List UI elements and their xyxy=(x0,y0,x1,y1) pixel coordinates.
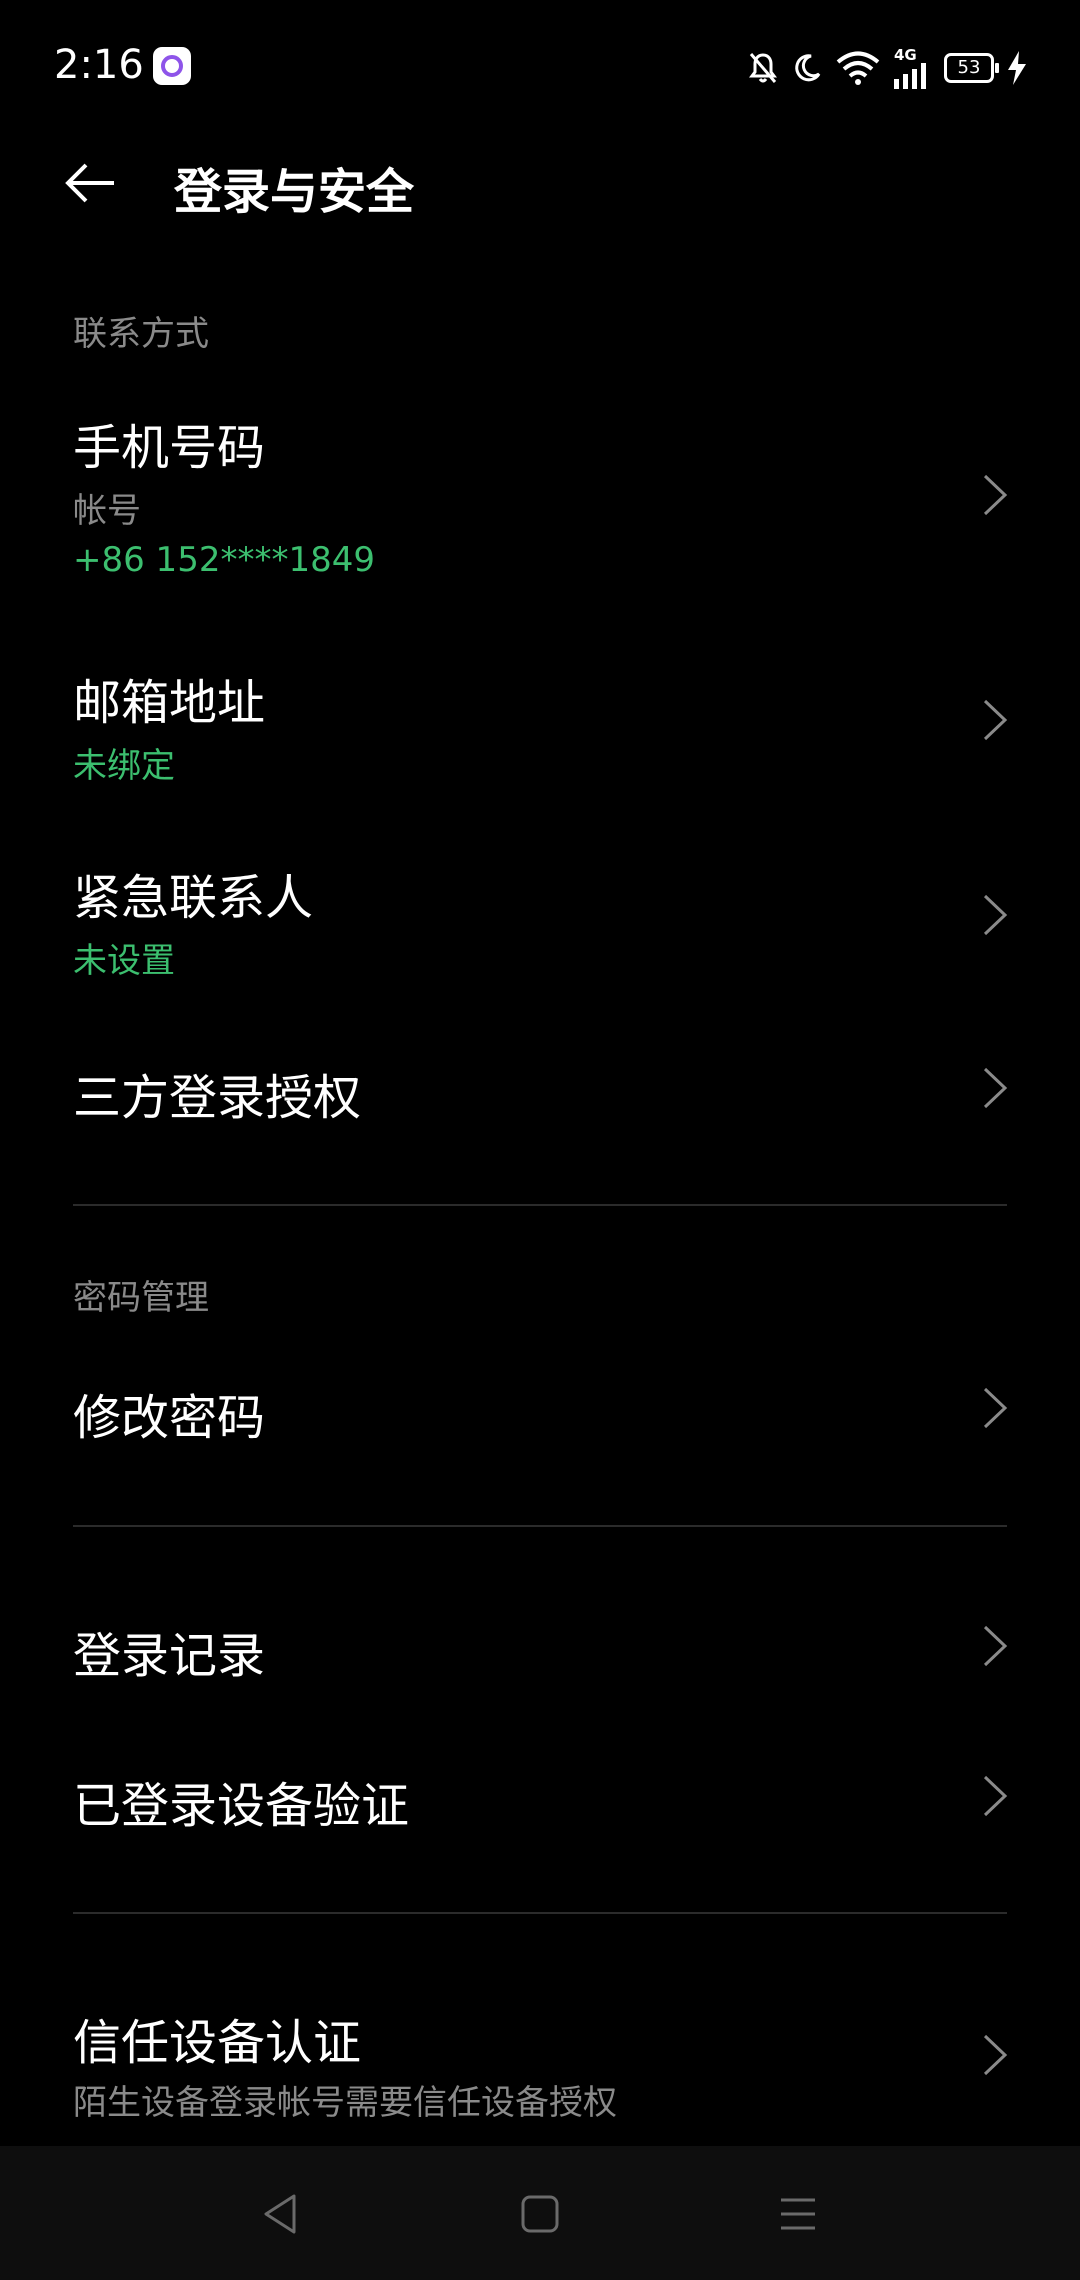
status-bar: 2:16 4G 53 xyxy=(0,0,1080,130)
nav-back-icon xyxy=(264,2194,296,2234)
page-title: 登录与安全 xyxy=(174,164,415,220)
status-time: 2:16 xyxy=(54,42,144,88)
chevron-right-icon xyxy=(983,1387,1008,1429)
battery-icon: 53 xyxy=(944,53,999,83)
chevron-right-icon xyxy=(983,1775,1008,1817)
chevron-right-icon xyxy=(983,2034,1008,2076)
moon-icon xyxy=(795,54,821,82)
divider xyxy=(73,1525,1007,1527)
emergency-contact-label: 紧急联系人 xyxy=(73,870,314,926)
email-label: 邮箱地址 xyxy=(73,675,266,731)
nav-menu-button[interactable] xyxy=(768,2186,828,2242)
section-label-password: 密码管理 xyxy=(73,1278,209,1318)
phone-label: 手机号码 xyxy=(73,420,266,476)
list-item-device-verification[interactable]: 已登录设备验证 xyxy=(0,1748,1080,1848)
nav-home-button[interactable] xyxy=(510,2186,570,2242)
third-party-login-label: 三方登录授权 xyxy=(73,1070,362,1126)
back-button[interactable] xyxy=(64,156,118,210)
emergency-contact-status: 未设置 xyxy=(73,941,175,981)
list-item-trusted-device[interactable]: 信任设备认证 陌生设备登录帐号需要信任设备授权 xyxy=(0,1985,1080,2135)
list-item-change-password[interactable]: 修改密码 xyxy=(0,1360,1080,1460)
chevron-right-icon xyxy=(983,1067,1008,1109)
section-label-contact: 联系方式 xyxy=(73,314,209,354)
battery-level: 53 xyxy=(957,57,981,78)
phone-number: +86 152****1849 xyxy=(73,540,375,580)
chevron-right-icon xyxy=(983,474,1008,516)
phone-account-label: 帐号 xyxy=(73,491,141,531)
battery-group: 53 xyxy=(944,51,1028,85)
list-item-email[interactable]: 邮箱地址 未绑定 xyxy=(0,645,1080,795)
nav-menu-icon xyxy=(781,2198,815,2230)
status-icons: 4G 53 xyxy=(748,45,1028,89)
list-item-third-party-login[interactable]: 三方登录授权 xyxy=(0,1040,1080,1140)
signal-group: 4G xyxy=(894,45,930,89)
chevron-right-icon xyxy=(983,699,1008,741)
email-status: 未绑定 xyxy=(73,746,175,786)
chevron-right-icon xyxy=(983,894,1008,936)
chevron-right-icon xyxy=(983,1625,1008,1667)
mute-bell-icon xyxy=(749,53,777,83)
login-records-label: 登录记录 xyxy=(73,1628,266,1684)
navigation-bar xyxy=(0,2146,1080,2280)
back-arrow-icon xyxy=(65,163,114,203)
divider xyxy=(73,1912,1007,1914)
list-item-emergency-contact[interactable]: 紧急联系人 未设置 xyxy=(0,840,1080,990)
nav-home-icon xyxy=(521,2195,559,2233)
trusted-device-description: 陌生设备登录帐号需要信任设备授权 xyxy=(73,2083,617,2123)
divider xyxy=(73,1204,1007,1206)
app-notification-icon xyxy=(153,47,191,85)
list-item-phone[interactable]: 手机号码 帐号 +86 152****1849 xyxy=(0,390,1080,610)
device-verification-label: 已登录设备验证 xyxy=(73,1778,410,1834)
signal-icon xyxy=(894,62,926,89)
header: 登录与安全 xyxy=(0,130,1080,230)
nav-back-button[interactable] xyxy=(250,2186,310,2242)
change-password-label: 修改密码 xyxy=(73,1390,266,1446)
list-item-login-records[interactable]: 登录记录 xyxy=(0,1598,1080,1698)
wifi-icon xyxy=(836,51,880,85)
trusted-device-label: 信任设备认证 xyxy=(73,2015,362,2071)
network-type: 4G xyxy=(894,45,917,64)
charging-icon xyxy=(1008,51,1026,85)
